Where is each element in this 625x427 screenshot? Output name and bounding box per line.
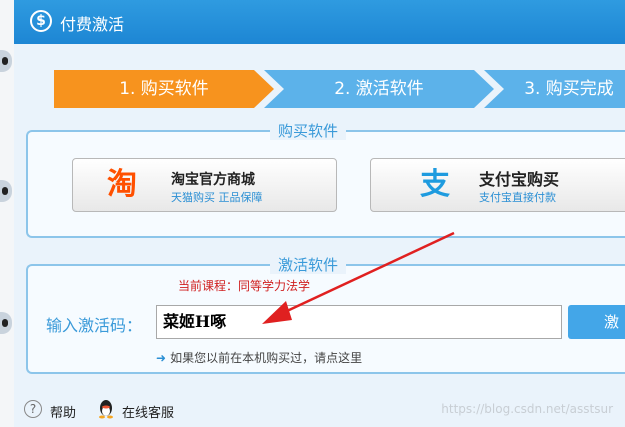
window-title: 付费激活 xyxy=(60,15,125,34)
current-course-label: 当前课程：同等学力法学 xyxy=(178,279,311,293)
title-bar[interactable]: $ 付费激活 xyxy=(14,0,625,44)
step-complete: 3. 购买完成 xyxy=(484,70,625,108)
avatar-icon xyxy=(0,50,12,72)
taobao-buy-button[interactable]: 淘 淘宝官方商城 天猫购买 正品保障 xyxy=(72,158,337,212)
alipay-icon: 支 xyxy=(420,167,450,202)
online-service-link[interactable]: 在线客服 xyxy=(122,402,174,421)
taobao-label: 淘宝官方商城 xyxy=(171,172,255,188)
payment-activation-window: $ 付费激活 1. 购买软件 2. 激活软件 3. 购买完成 购买软件 淘 淘宝… xyxy=(14,0,625,427)
activation-code-label: 输入激活码： xyxy=(46,316,143,335)
dollar-icon: $ xyxy=(30,10,52,32)
background-app-edge xyxy=(0,0,14,427)
activate-section: 激活软件 当前课程：同等学力法学 输入激活码： 菜姬H啄 激 ➜ 如果您以前在本机… xyxy=(26,256,625,374)
alipay-sublabel: 支付宝直接付款 xyxy=(479,191,556,204)
help-link[interactable]: 帮助 xyxy=(50,402,76,421)
step-progress: 1. 购买软件 2. 激活软件 3. 购买完成 xyxy=(54,70,625,108)
avatar-icon xyxy=(0,180,12,202)
qq-penguin-icon xyxy=(99,400,113,419)
step-activate: 2. 激活软件 xyxy=(264,70,494,108)
help-icon[interactable]: ? xyxy=(24,400,42,418)
activate-button[interactable]: 激 xyxy=(568,305,625,339)
activation-code-input[interactable]: 菜姬H啄 xyxy=(156,305,562,339)
footer-bar: ? 帮助 在线客服 https://blog.csdn.net/asstsur xyxy=(14,390,625,427)
avatar-icon xyxy=(0,312,12,334)
step-buy: 1. 购买软件 xyxy=(54,70,274,108)
previous-purchase-text: 如果您以前在本机购买过，请点这里 xyxy=(170,351,363,365)
arrow-right-icon: ➜ xyxy=(156,351,167,365)
taobao-icon: 淘 xyxy=(107,167,137,202)
alipay-label: 支付宝购买 xyxy=(479,170,560,189)
alipay-buy-button[interactable]: 支 支付宝购买 支付宝直接付款 xyxy=(370,158,625,212)
activate-section-title: 激活软件 xyxy=(28,254,588,275)
watermark: https://blog.csdn.net/asstsur xyxy=(441,402,613,416)
buy-section-title: 购买软件 xyxy=(28,120,588,141)
taobao-sublabel: 天猫购买 正品保障 xyxy=(171,191,263,204)
previous-purchase-link[interactable]: ➜ 如果您以前在本机购买过，请点这里 xyxy=(156,349,362,366)
buy-section: 购买软件 淘 淘宝官方商城 天猫购买 正品保障 支 支付宝购买 支付宝直接付款 xyxy=(26,122,625,238)
